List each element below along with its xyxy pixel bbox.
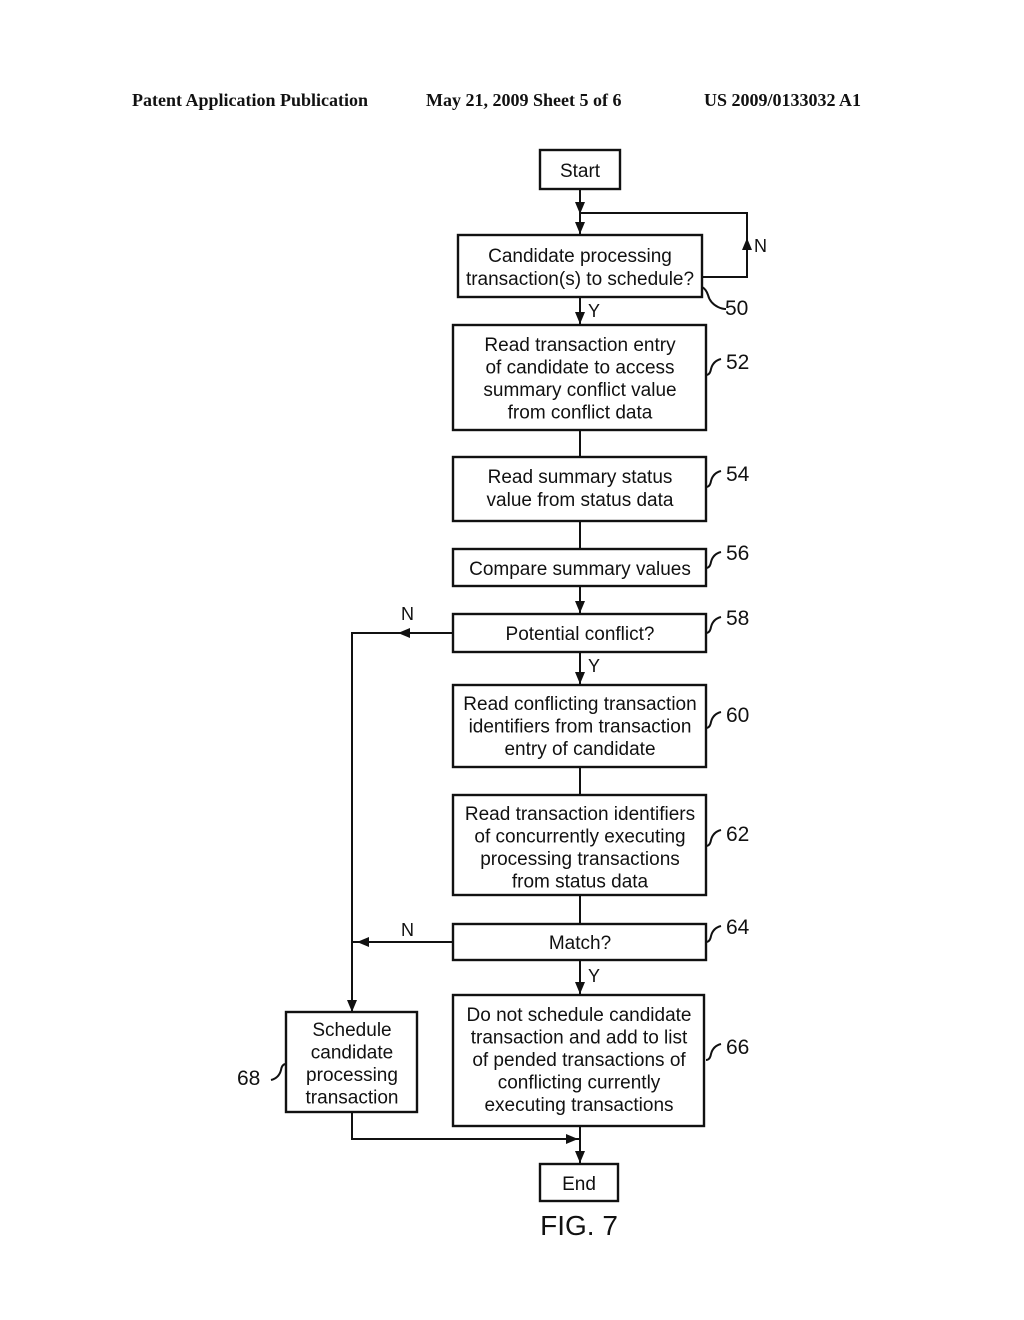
arrowhead bbox=[566, 1134, 578, 1144]
leader-56 bbox=[705, 551, 722, 569]
leader-58 bbox=[705, 616, 722, 634]
leader-54 bbox=[705, 470, 722, 488]
branch-50-no: N bbox=[754, 236, 767, 256]
ref-56: 56 bbox=[726, 542, 749, 565]
node-56-text: Compare summary values bbox=[469, 559, 691, 580]
leader-50 bbox=[701, 286, 727, 310]
leader-60 bbox=[705, 711, 722, 729]
arrowhead bbox=[347, 1000, 357, 1012]
branch-50-yes: Y bbox=[588, 301, 600, 321]
leader-62 bbox=[705, 829, 722, 847]
ref-68: 68 bbox=[237, 1067, 260, 1090]
node-68-text: Schedule candidate processing transaction bbox=[306, 1020, 399, 1109]
ref-50: 50 bbox=[725, 297, 748, 320]
edge-58-no bbox=[351, 632, 453, 1012]
leader-52 bbox=[705, 358, 722, 376]
flowchart: Start Candidate processing transaction(s)… bbox=[237, 148, 767, 1241]
ref-64: 64 bbox=[726, 916, 750, 939]
ref-54: 54 bbox=[726, 463, 750, 486]
branch-64-yes: Y bbox=[588, 966, 600, 986]
branch-64-no: N bbox=[401, 920, 414, 940]
ref-60: 60 bbox=[726, 704, 749, 727]
branch-58-no: N bbox=[401, 604, 414, 624]
arrowhead bbox=[575, 1151, 585, 1163]
ref-52: 52 bbox=[726, 351, 749, 374]
branch-58-yes: Y bbox=[588, 656, 600, 676]
arrowhead bbox=[575, 312, 585, 324]
arrowhead bbox=[575, 982, 585, 994]
node-start-text: Start bbox=[560, 161, 601, 182]
leader-64 bbox=[705, 925, 722, 943]
ref-62: 62 bbox=[726, 823, 749, 846]
arrowhead bbox=[575, 672, 585, 684]
arrowhead bbox=[398, 628, 410, 638]
node-66-text: Do not schedule candidate transaction and… bbox=[467, 1005, 692, 1116]
figure-label: FIG. 7 bbox=[540, 1210, 618, 1241]
node-end-text: End bbox=[562, 1174, 596, 1195]
leader-66 bbox=[705, 1043, 722, 1061]
node-58-text: Potential conflict? bbox=[506, 624, 655, 645]
node-64-text: Match? bbox=[549, 933, 611, 954]
leader-68 bbox=[270, 1063, 287, 1081]
ref-66: 66 bbox=[726, 1036, 749, 1059]
node-52-text: Read transaction entry of candidate to ac… bbox=[483, 335, 676, 424]
ref-58: 58 bbox=[726, 607, 749, 630]
arrowhead bbox=[357, 937, 369, 947]
arrowhead bbox=[575, 601, 585, 613]
arrowhead bbox=[575, 222, 585, 234]
arrowhead bbox=[742, 238, 752, 250]
